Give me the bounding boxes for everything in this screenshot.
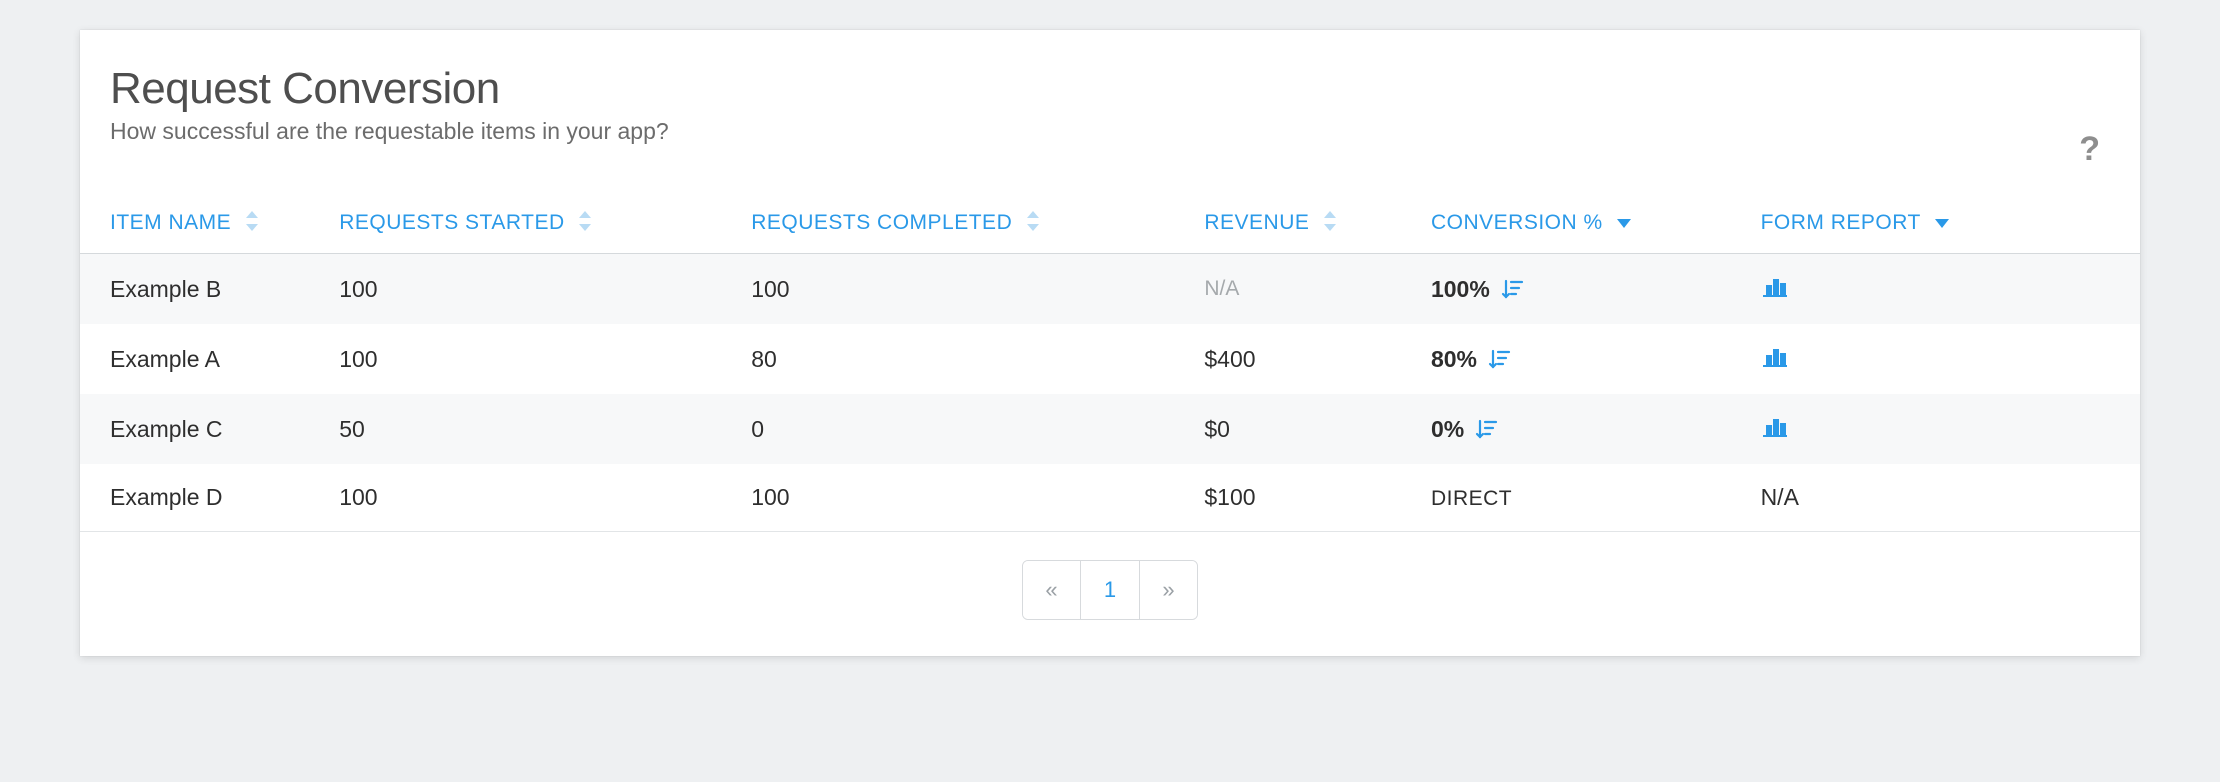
sort-both-icon <box>244 211 258 231</box>
conversion-value: 0% <box>1431 416 1464 443</box>
conversion-wrapper: 0% <box>1431 416 1498 443</box>
cell-conversion: 0% <box>1419 394 1749 464</box>
bar-chart-icon[interactable] <box>1761 414 1789 438</box>
cell-requests-completed: 80 <box>739 324 1192 394</box>
conversion-value: DIRECT <box>1431 487 1512 510</box>
col-label: ITEM NAME <box>110 211 231 234</box>
table-row: Example B100100N/A100% <box>80 254 2140 325</box>
cell-item-name: Example B <box>80 254 327 325</box>
conversion-table: ITEM NAME REQUESTS STARTED REQUESTS COMP… <box>80 195 2140 532</box>
bar-chart-icon[interactable] <box>1761 344 1789 368</box>
card-header: Request Conversion How successful are th… <box>80 30 2140 155</box>
sort-both-icon <box>1025 211 1039 231</box>
table-header-row: ITEM NAME REQUESTS STARTED REQUESTS COMP… <box>80 195 2140 254</box>
cell-requests-started: 100 <box>327 324 739 394</box>
col-label: REQUESTS STARTED <box>339 211 564 234</box>
page-title: Request Conversion <box>110 64 2110 114</box>
col-revenue[interactable]: REVENUE <box>1192 195 1419 254</box>
sort-both-icon <box>577 211 591 231</box>
cell-form-report <box>1749 254 2140 325</box>
col-requests-completed[interactable]: REQUESTS COMPLETED <box>739 195 1192 254</box>
cell-form-report <box>1749 394 2140 464</box>
funnel-sort-icon[interactable] <box>1500 277 1524 301</box>
cell-revenue: $0 <box>1192 394 1419 464</box>
col-label: REQUESTS COMPLETED <box>751 211 1012 234</box>
sort-desc-icon <box>1935 219 1949 228</box>
cell-revenue: N/A <box>1192 254 1419 325</box>
cell-requests-started: 50 <box>327 394 739 464</box>
conversion-wrapper: 100% <box>1431 276 1524 303</box>
sort-desc-icon <box>1617 219 1631 228</box>
conversion-wrapper: 80% <box>1431 346 1511 373</box>
cell-revenue: $400 <box>1192 324 1419 394</box>
col-requests-started[interactable]: REQUESTS STARTED <box>327 195 739 254</box>
page-next-button[interactable]: » <box>1139 561 1197 619</box>
page-number-current[interactable]: 1 <box>1081 561 1139 619</box>
cell-item-name: Example D <box>80 464 327 532</box>
pagination-box: « 1 » <box>1022 560 1198 620</box>
col-conversion[interactable]: CONVERSION % <box>1419 195 1749 254</box>
table-body: Example B100100N/A100%Example A10080$400… <box>80 254 2140 532</box>
table-row: Example C500$0 0% <box>80 394 2140 464</box>
cell-item-name: Example A <box>80 324 327 394</box>
col-item-name[interactable]: ITEM NAME <box>80 195 327 254</box>
table-row: Example D100100$100DIRECTN/A <box>80 464 2140 532</box>
cell-conversion: 100% <box>1419 254 1749 325</box>
conversion-value: 100% <box>1431 276 1490 303</box>
col-label: CONVERSION % <box>1431 211 1603 234</box>
request-conversion-card: Request Conversion How successful are th… <box>80 30 2140 656</box>
cell-requests-started: 100 <box>327 464 739 532</box>
cell-form-report <box>1749 324 2140 394</box>
cell-requests-completed: 0 <box>739 394 1192 464</box>
pagination: « 1 » <box>80 532 2140 656</box>
col-form-report[interactable]: FORM REPORT <box>1749 195 2140 254</box>
col-label: REVENUE <box>1204 211 1309 234</box>
cell-requests-started: 100 <box>327 254 739 325</box>
cell-conversion: 80% <box>1419 324 1749 394</box>
cell-item-name: Example C <box>80 394 327 464</box>
page-prev-button[interactable]: « <box>1023 561 1081 619</box>
funnel-sort-icon[interactable] <box>1487 347 1511 371</box>
table-row: Example A10080$400 80% <box>80 324 2140 394</box>
cell-conversion: DIRECT <box>1419 464 1749 532</box>
bar-chart-icon[interactable] <box>1761 274 1789 298</box>
cell-requests-completed: 100 <box>739 254 1192 325</box>
conversion-value: 80% <box>1431 346 1477 373</box>
col-label: FORM REPORT <box>1761 211 1921 234</box>
page-subtitle: How successful are the requestable items… <box>110 118 2110 145</box>
funnel-sort-icon[interactable] <box>1474 417 1498 441</box>
sort-both-icon <box>1322 211 1336 231</box>
cell-requests-completed: 100 <box>739 464 1192 532</box>
cell-form-report: N/A <box>1749 464 2140 532</box>
help-icon[interactable]: ? <box>2079 130 2100 169</box>
form-report-na: N/A <box>1761 484 1799 510</box>
cell-revenue: $100 <box>1192 464 1419 532</box>
